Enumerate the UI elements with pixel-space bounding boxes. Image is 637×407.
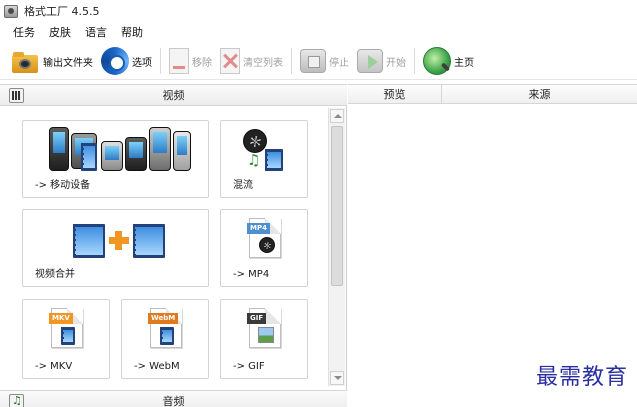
toolbar-separator — [291, 48, 292, 74]
remove-label: 移除 — [192, 57, 212, 69]
film-icon — [133, 224, 165, 258]
watermark-text: 最需教育 — [535, 365, 628, 390]
menu-language[interactable]: 语言 — [85, 24, 107, 40]
menu-bar: 任务 皮肤 语言 帮助 — [0, 22, 637, 42]
video-function-grid: -> 移动设备 ♫ 混流 视频合并 MP4 -> MP4 MKV -> MKV … — [4, 108, 327, 386]
scroll-down-arrow-icon[interactable] — [330, 371, 344, 385]
clear-list-label: 清空列表 — [243, 57, 283, 69]
music-note-icon: ♫ — [247, 151, 261, 169]
start-button[interactable]: 开始 — [357, 49, 406, 73]
home-label: 主页 — [454, 57, 474, 69]
app-icon — [4, 4, 18, 18]
film-icon — [160, 327, 174, 345]
format-tag: MP4 — [247, 223, 270, 234]
tile-video-merge[interactable]: 视频合并 — [22, 209, 209, 287]
clear-list-icon — [220, 48, 240, 74]
film-icon — [81, 143, 97, 171]
phone-icon — [49, 127, 69, 171]
format-tag: GIF — [247, 313, 267, 324]
reel-icon — [259, 237, 275, 253]
tile-mkv[interactable]: MKV -> MKV — [22, 299, 110, 379]
category-video-header[interactable]: 视频 — [0, 84, 347, 106]
tile-mp4-label: -> MP4 — [233, 269, 270, 280]
window-title: 格式工厂 4.5.5 — [24, 5, 100, 18]
scroll-thumb[interactable] — [331, 126, 343, 286]
reel-icon — [243, 129, 267, 153]
column-source[interactable]: 来源 — [442, 85, 637, 104]
function-scrollbar[interactable] — [328, 108, 345, 386]
tile-mkv-label: -> MKV — [35, 361, 73, 372]
category-audio-header[interactable]: 音频 — [0, 390, 347, 407]
options-button[interactable]: 选项 — [101, 47, 152, 75]
tile-mix[interactable]: ♫ 混流 — [220, 120, 308, 198]
options-label: 选项 — [132, 57, 152, 69]
plus-icon — [115, 231, 122, 250]
tile-merge-label: 视频合并 — [35, 269, 75, 280]
toolbar-separator — [160, 48, 161, 74]
tile-webm-label: -> WebM — [134, 361, 180, 372]
stop-button[interactable]: 停止 — [300, 49, 349, 73]
scroll-up-arrow-icon[interactable] — [330, 109, 344, 123]
tile-mobile-devices[interactable]: -> 移动设备 — [22, 120, 209, 198]
start-label: 开始 — [386, 57, 406, 69]
function-panel: 视频 -> 移动设备 ♫ 混流 视频合并 MP4 -> MP4 MKV -> M… — [0, 84, 347, 407]
image-icon — [258, 327, 274, 343]
clear-list-button[interactable]: 清空列表 — [220, 48, 283, 74]
phone-icon — [125, 137, 147, 171]
output-folder-button[interactable]: 输出文件夹 — [12, 49, 93, 74]
stop-icon — [300, 49, 326, 73]
tile-mix-label: 混流 — [233, 180, 253, 191]
tile-webm[interactable]: WebM -> WebM — [121, 299, 209, 379]
start-icon — [357, 49, 383, 73]
toolbar-separator — [414, 48, 415, 74]
home-globe-icon — [423, 47, 451, 75]
options-gear-icon — [101, 47, 129, 75]
phone-icon — [101, 141, 123, 171]
folder-camera-icon — [12, 51, 40, 74]
document-icon: WebM — [148, 308, 182, 348]
tile-mobile-label: -> 移动设备 — [35, 180, 91, 191]
task-list-header: 预览 来源 — [348, 84, 637, 104]
stop-label: 停止 — [329, 57, 349, 69]
format-tag: MKV — [49, 313, 73, 324]
tile-gif-label: -> GIF — [233, 361, 265, 372]
menu-help[interactable]: 帮助 — [121, 24, 143, 40]
tile-mp4[interactable]: MP4 -> MP4 — [220, 209, 308, 287]
output-folder-label: 输出文件夹 — [43, 57, 93, 69]
toolbar: 输出文件夹 选项 移除 清空列表 停止 开始 主页 — [0, 43, 637, 80]
remove-icon — [169, 48, 189, 74]
home-button[interactable]: 主页 — [423, 47, 474, 75]
phone-icon — [149, 127, 171, 171]
film-icon — [61, 327, 75, 345]
film-icon — [265, 149, 283, 171]
menu-skin[interactable]: 皮肤 — [49, 24, 71, 40]
document-icon: MP4 — [247, 218, 281, 258]
film-icon — [73, 224, 105, 258]
document-icon: GIF — [247, 308, 281, 348]
menu-tasks[interactable]: 任务 — [13, 24, 35, 40]
tile-gif[interactable]: GIF -> GIF — [220, 299, 308, 379]
category-video-label: 视频 — [162, 89, 185, 102]
category-audio-label: 音频 — [162, 395, 185, 407]
title-bar: 格式工厂 4.5.5 — [0, 0, 637, 22]
column-preview[interactable]: 预览 — [348, 85, 442, 104]
music-note-icon — [9, 394, 24, 407]
document-icon: MKV — [49, 308, 83, 348]
remove-button[interactable]: 移除 — [169, 48, 212, 74]
format-tag: WebM — [148, 313, 179, 324]
film-clapper-icon — [9, 88, 24, 103]
phone-icon — [173, 131, 191, 171]
